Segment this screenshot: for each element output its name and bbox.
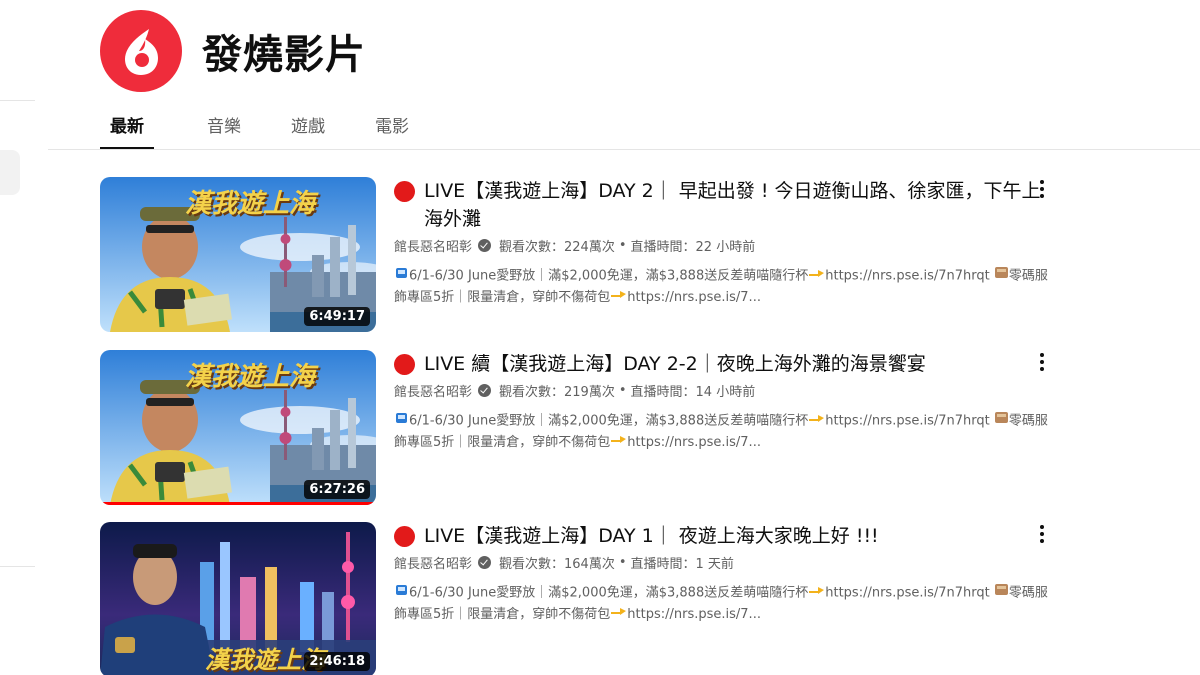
verified-icon [478, 555, 492, 569]
sidebar-item[interactable] [0, 150, 20, 195]
video-duration: 2:46:18 [304, 652, 370, 671]
description-link[interactable]: https://nrs.pse.is/7... [627, 607, 761, 622]
channel-header: 發燒影片 [100, 10, 366, 92]
video-description: 6/1-6/30 June愛野放｜滿$2,000免運，滿$3,888送反差萌喵隨… [394, 265, 1054, 308]
video-title[interactable]: LIVE 續【漢我遊上海】DAY 2-2｜夜晚上海外灘的海景饗宴 [424, 350, 1044, 378]
video-thumbnail[interactable]: 漢我遊上海 6:49:17 [100, 177, 376, 332]
description-link[interactable]: https://nrs.pse.is/7... [627, 290, 761, 305]
video-meta: LIVE 續【漢我遊上海】DAY 2-2｜夜晚上海外灘的海景饗宴 館長惡名昭彰 … [394, 350, 1048, 505]
pointing-hand-icon [808, 583, 825, 604]
video-item[interactable]: 漢我遊上海 2:46:18 LIVE【漢我遊上海】DAY 1｜ 夜遊上海大家晚上… [100, 522, 1100, 675]
tab-music[interactable]: 音樂 [184, 98, 264, 150]
sidebar-divider [0, 566, 35, 567]
description-text: 6/1-6/30 June愛野放｜滿$2,000免運，滿$3,888送反差萌喵隨… [409, 413, 809, 429]
flame-icon [125, 29, 158, 75]
tab-latest[interactable]: 最新 [100, 98, 154, 150]
tabs-divider [48, 149, 1200, 150]
pointing-hand-icon [808, 266, 825, 287]
video-thumbnail[interactable]: 漢我遊上海 6:27:26 [100, 350, 376, 505]
stream-time: 直播時間：1 天前 [630, 556, 734, 572]
video-item[interactable]: 漢我遊上海 6:27:26 LIVE 續【漢我遊上海】DAY 2-2｜夜晚上海外… [100, 350, 1100, 505]
description-text: 6/1-6/30 June愛野放｜滿$2,000免運，滿$3,888送反差萌喵隨… [409, 585, 809, 601]
video-description: 6/1-6/30 June愛野放｜滿$2,000免運，滿$3,888送反差萌喵隨… [394, 582, 1054, 625]
view-count: 觀看次數：219萬次 [499, 384, 615, 400]
verified-icon [478, 238, 492, 252]
live-icon [394, 181, 415, 202]
video-title-line[interactable]: LIVE 續【漢我遊上海】DAY 2-2｜夜晚上海外灘的海景饗宴 [394, 350, 1044, 378]
more-options-icon[interactable] [1030, 350, 1054, 374]
channel-tabs: 最新 音樂 遊戲 電影 [100, 98, 436, 150]
separator: • [618, 237, 627, 253]
cup-icon [394, 410, 409, 432]
video-info: 館長惡名昭彰 觀看次數：219萬次 • 直播時間：14 小時前 [394, 381, 1044, 400]
channel-link[interactable]: 館長惡名昭彰 [394, 236, 472, 255]
video-title-line[interactable]: LIVE【漢我遊上海】DAY 1｜ 夜遊上海大家晚上好 !!! [394, 522, 1044, 550]
description-link[interactable]: https://nrs.pse.is/7n7hrqt [825, 414, 990, 429]
view-count: 觀看次數：224萬次 [499, 239, 615, 255]
pointing-hand-icon [610, 604, 627, 625]
verified-icon [478, 383, 492, 397]
live-icon [394, 354, 415, 375]
separator: • [618, 382, 627, 398]
cup-icon [394, 265, 409, 287]
video-info: 館長惡名昭彰 觀看次數：224萬次 • 直播時間：22 小時前 [394, 236, 1044, 255]
pointing-hand-icon [610, 287, 627, 308]
separator: • [618, 554, 627, 570]
video-title-line[interactable]: LIVE【漢我遊上海】DAY 2｜ 早起出發 ! 今日遊衡山路、徐家匯，下午上海… [394, 177, 1044, 233]
tab-movies[interactable]: 電影 [352, 98, 432, 150]
pointing-hand-icon [808, 411, 825, 432]
stream-time: 直播時間：22 小時前 [630, 239, 756, 255]
thumbnail-title: 漢我遊上海 [185, 362, 316, 392]
sidebar-divider [0, 100, 35, 101]
channel-logo[interactable] [100, 10, 182, 92]
video-info: 館長惡名昭彰 觀看次數：164萬次 • 直播時間：1 天前 [394, 553, 1044, 572]
video-duration: 6:27:26 [304, 480, 370, 499]
cup-icon [394, 582, 409, 604]
live-icon [394, 526, 415, 547]
view-count: 觀看次數：164萬次 [499, 556, 615, 572]
more-options-icon[interactable] [1030, 522, 1054, 546]
channel-link[interactable]: 館長惡名昭彰 [394, 553, 472, 572]
video-description: 6/1-6/30 June愛野放｜滿$2,000免運，滿$3,888送反差萌喵隨… [394, 410, 1054, 453]
description-text: 6/1-6/30 June愛野放｜滿$2,000免運，滿$3,888送反差萌喵隨… [409, 268, 809, 284]
description-link[interactable]: https://nrs.pse.is/7... [627, 435, 761, 450]
pointing-hand-icon [610, 432, 627, 453]
video-thumbnail[interactable]: 漢我遊上海 2:46:18 [100, 522, 376, 675]
video-item[interactable]: 漢我遊上海 6:49:17 LIVE【漢我遊上海】DAY 2｜ 早起出發 ! 今… [100, 177, 1100, 332]
more-options-icon[interactable] [1030, 177, 1054, 201]
description-link[interactable]: https://nrs.pse.is/7n7hrqt [825, 586, 990, 601]
video-meta: LIVE【漢我遊上海】DAY 2｜ 早起出發 ! 今日遊衡山路、徐家匯，下午上海… [394, 177, 1048, 332]
shirt-icon [994, 410, 1009, 432]
video-duration: 6:49:17 [304, 307, 370, 326]
video-title[interactable]: LIVE【漢我遊上海】DAY 1｜ 夜遊上海大家晚上好 !!! [424, 522, 1044, 550]
channel-name: 發燒影片 [202, 32, 366, 78]
watch-progress-bar [100, 502, 376, 505]
shirt-icon [994, 582, 1009, 604]
video-meta: LIVE【漢我遊上海】DAY 1｜ 夜遊上海大家晚上好 !!! 館長惡名昭彰 觀… [394, 522, 1048, 675]
shirt-icon [994, 265, 1009, 287]
stream-time: 直播時間：14 小時前 [630, 384, 756, 400]
description-link[interactable]: https://nrs.pse.is/7n7hrqt [825, 269, 990, 284]
video-title[interactable]: LIVE【漢我遊上海】DAY 2｜ 早起出發 ! 今日遊衡山路、徐家匯，下午上海… [424, 177, 1044, 233]
tab-gaming[interactable]: 遊戲 [268, 98, 348, 150]
channel-link[interactable]: 館長惡名昭彰 [394, 381, 472, 400]
thumbnail-title: 漢我遊上海 [185, 189, 316, 219]
